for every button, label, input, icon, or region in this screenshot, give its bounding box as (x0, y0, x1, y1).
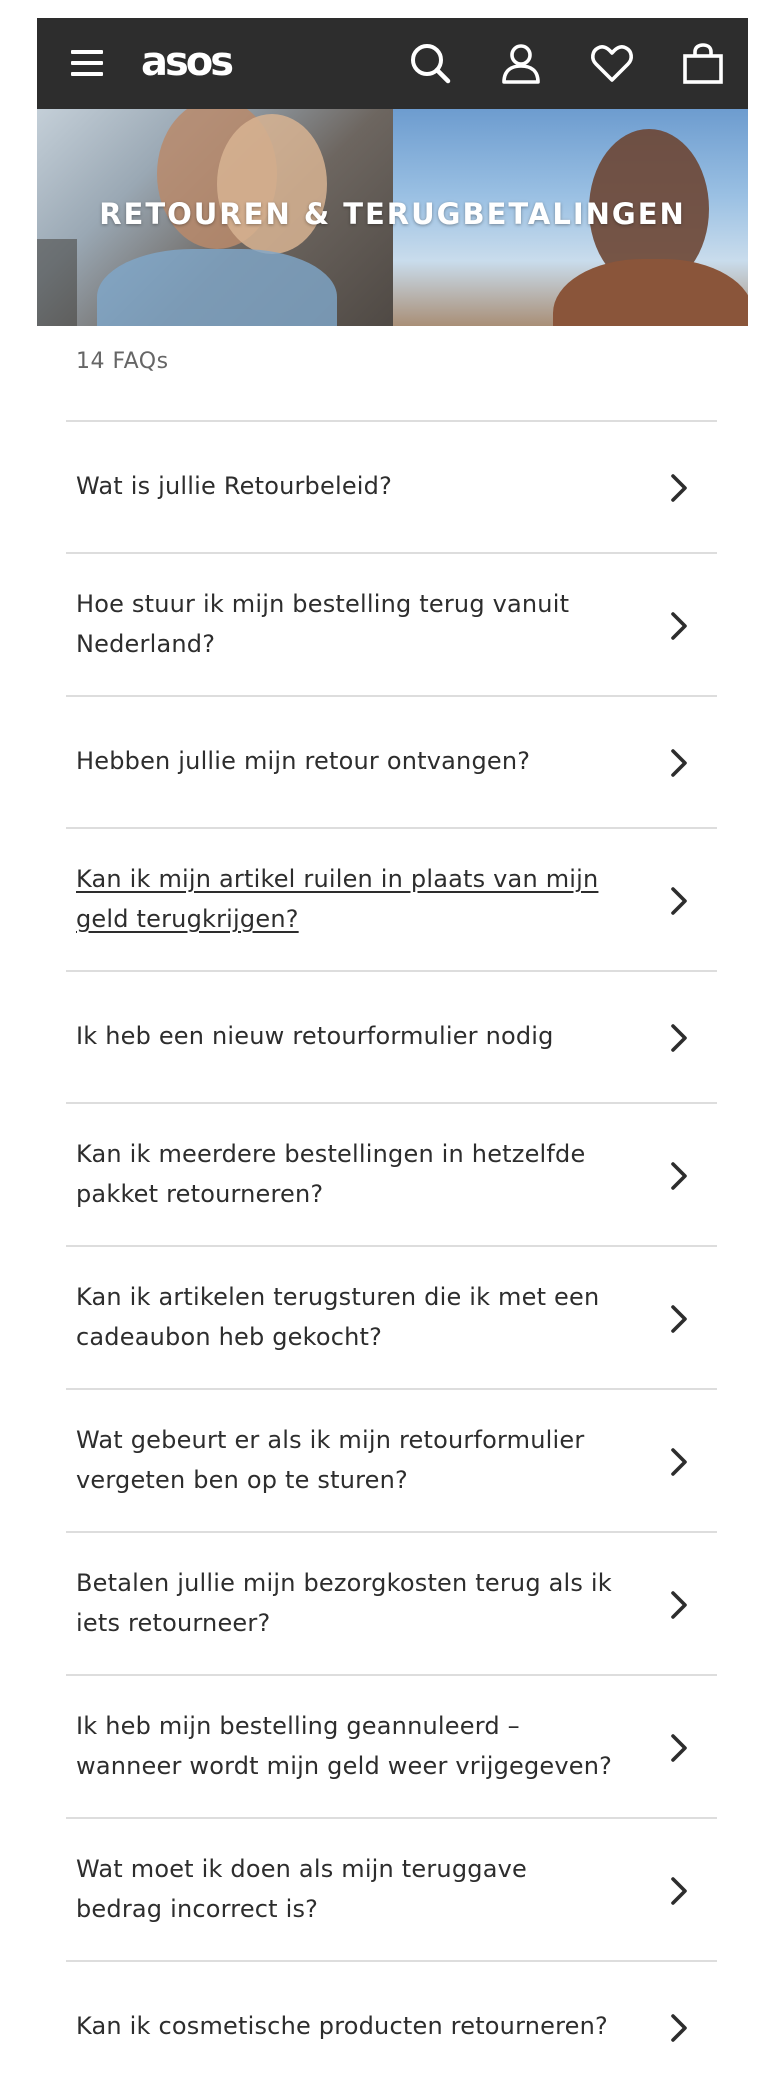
faq-item[interactable]: Wat gebeurt er als ik mijn retourformuli… (66, 1388, 717, 1531)
faq-question[interactable]: Wat gebeurt er als ik mijn retourformuli… (76, 1420, 616, 1500)
faq-item[interactable]: Kan ik cosmetische producten retourneren… (66, 1960, 717, 2060)
faq-question[interactable]: Betalen jullie mijn bezorgkosten terug a… (76, 1563, 616, 1643)
chevron-right-icon[interactable] (668, 611, 690, 641)
faq-item[interactable]: Kan ik artikelen terugsturen die ik met … (66, 1245, 717, 1388)
faq-item[interactable]: Wat is jullie Retourbeleid? (66, 420, 717, 552)
chevron-right-icon[interactable] (668, 1161, 690, 1191)
faq-count: 14 FAQs (76, 349, 169, 374)
faq-item[interactable]: Hebben jullie mijn retour ontvangen? (66, 695, 717, 827)
chevron-right-icon[interactable] (668, 1876, 690, 1906)
chevron-right-icon[interactable] (668, 886, 690, 916)
faq-item[interactable]: Betalen jullie mijn bezorgkosten terug a… (66, 1531, 717, 1674)
chevron-right-icon[interactable] (668, 473, 690, 503)
faq-question[interactable]: Hoe stuur ik mijn bestelling terug vanui… (76, 584, 616, 664)
chevron-right-icon[interactable] (668, 1304, 690, 1334)
chevron-right-icon[interactable] (668, 1447, 690, 1477)
faq-item[interactable]: Kan ik meerdere bestellingen in hetzelfd… (66, 1102, 717, 1245)
chevron-right-icon[interactable] (668, 1023, 690, 1053)
faq-question[interactable]: Wat moet ik doen als mijn teruggave bedr… (76, 1849, 616, 1929)
chevron-right-icon[interactable] (668, 1733, 690, 1763)
faq-item[interactable]: Hoe stuur ik mijn bestelling terug vanui… (66, 552, 717, 695)
faq-item[interactable]: Ik heb een nieuw retourformulier nodig (66, 970, 717, 1102)
faq-question[interactable]: Ik heb mijn bestelling geannuleerd – wan… (76, 1706, 616, 1786)
faq-question[interactable]: Kan ik mijn artikel ruilen in plaats van… (76, 859, 616, 939)
search-icon[interactable] (407, 40, 453, 86)
faq-question[interactable]: Kan ik artikelen terugsturen die ik met … (76, 1277, 616, 1357)
hero-banner: RETOUREN & TERUGBETALINGEN (37, 109, 748, 326)
page: asos RETOUREN & TERUGBETALINGEN 14 FAQs (0, 0, 775, 2074)
faq-question[interactable]: Kan ik cosmetische producten retourneren… (76, 2006, 616, 2046)
faq-question[interactable]: Ik heb een nieuw retourformulier nodig (76, 1016, 616, 1056)
heart-icon[interactable] (589, 40, 635, 86)
bag-icon[interactable] (680, 40, 726, 86)
asos-logo[interactable]: asos (141, 40, 234, 84)
faq-list: Wat is jullie Retourbeleid? Hoe stuur ik… (66, 420, 717, 2060)
chevron-right-icon[interactable] (668, 748, 690, 778)
faq-item[interactable]: Kan ik mijn artikel ruilen in plaats van… (66, 827, 717, 970)
faq-question[interactable]: Kan ik meerdere bestellingen in hetzelfd… (76, 1134, 616, 1214)
top-nav-bar: asos (37, 18, 748, 109)
chevron-right-icon[interactable] (668, 2013, 690, 2043)
faq-question[interactable]: Hebben jullie mijn retour ontvangen? (76, 741, 616, 781)
page-title: RETOUREN & TERUGBETALINGEN (99, 197, 686, 231)
account-icon[interactable] (498, 40, 544, 86)
chevron-right-icon[interactable] (668, 1590, 690, 1620)
faq-question[interactable]: Wat is jullie Retourbeleid? (76, 466, 616, 506)
faq-item[interactable]: Wat moet ik doen als mijn teruggave bedr… (66, 1817, 717, 1960)
menu-icon[interactable] (71, 48, 105, 80)
faq-item[interactable]: Ik heb mijn bestelling geannuleerd – wan… (66, 1674, 717, 1817)
